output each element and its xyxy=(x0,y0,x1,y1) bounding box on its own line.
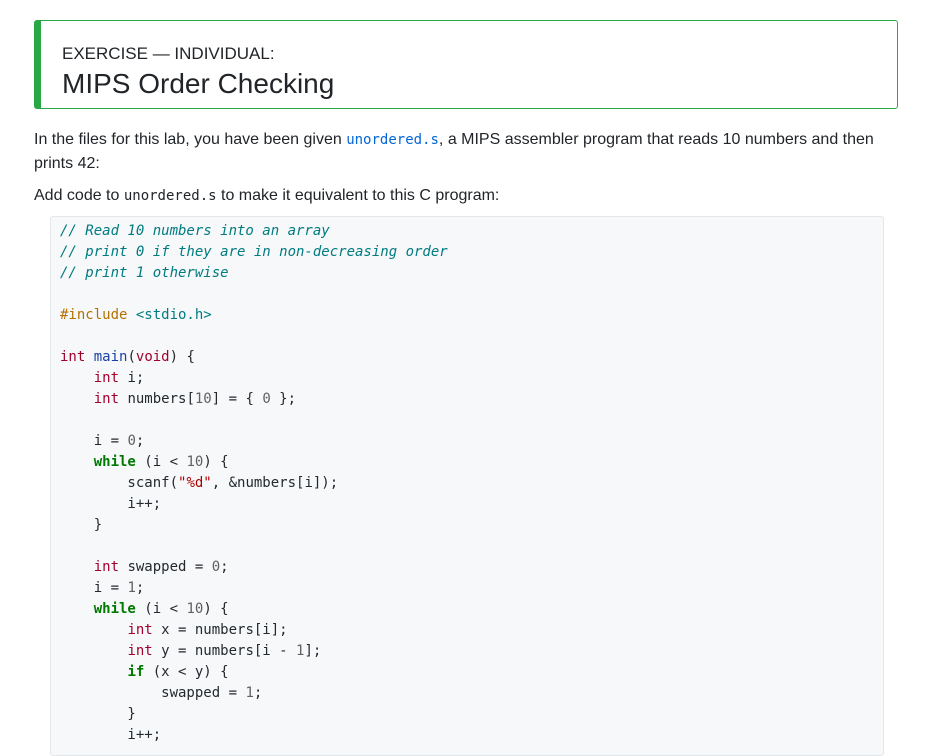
code-token: ( xyxy=(127,349,136,365)
code-line: } xyxy=(60,704,448,725)
code-token: ; xyxy=(253,685,263,701)
code-line: scanf("%d", &numbers[i]); xyxy=(60,473,448,494)
code-line: i++; xyxy=(60,494,448,515)
code-line: int x = numbers[i]; xyxy=(60,620,448,641)
code-line: int swapped = 0; xyxy=(60,557,448,578)
code-line: ​ xyxy=(60,536,448,557)
code-line: i++; xyxy=(60,725,448,746)
code-line: swapped = 1; xyxy=(60,683,448,704)
code-line: if (x < y) { xyxy=(60,662,448,683)
intro-text-before: In the files for this lab, you have been… xyxy=(34,131,347,148)
code-line: ​ xyxy=(60,284,448,305)
code-token: (i < xyxy=(135,601,187,617)
code-token: x = numbers[i]; xyxy=(152,622,288,638)
code-token: int xyxy=(127,643,153,659)
code-token: ; xyxy=(220,559,229,575)
code-line: while (i < 10) { xyxy=(60,599,448,620)
code-token: swapped = xyxy=(60,685,246,701)
code-line: ​ xyxy=(60,410,448,431)
code-token: ) { xyxy=(169,349,195,365)
code-token: #include xyxy=(60,307,136,323)
code-token: int xyxy=(93,559,120,575)
code-token: ) { xyxy=(203,454,229,470)
code-token: y = numbers[i - xyxy=(152,643,297,659)
code-block[interactable]: // Read 10 numbers into an array // print… xyxy=(50,216,884,756)
code-token: i; xyxy=(119,370,145,386)
code-line: // Read 10 numbers into an array xyxy=(60,221,448,242)
code-token: <stdio.h> xyxy=(135,307,212,323)
code-token: (i < xyxy=(135,454,187,470)
code-token: 0 xyxy=(211,559,221,575)
exercise-kicker: EXERCISE — INDIVIDUAL: xyxy=(62,44,275,63)
code-token: 0 xyxy=(262,391,271,407)
code-line: int i; xyxy=(60,368,448,389)
code-line: i = 1; xyxy=(60,578,448,599)
code-line: #include <stdio.h> xyxy=(60,305,448,326)
code-line: i = 0; xyxy=(60,431,448,452)
code-token: ) { xyxy=(203,601,229,617)
code-token: i = xyxy=(60,433,128,449)
code-line: // print 0 if they are in non-decreasing… xyxy=(60,242,448,263)
code-line: int numbers[10] = { 0 }; xyxy=(60,389,448,410)
code-line: int main(void) { xyxy=(60,347,448,368)
task-text-after: to make it equivalent to this C program: xyxy=(216,187,500,204)
code-token: 1 xyxy=(127,580,136,596)
code-token: }; xyxy=(270,391,297,407)
code-token: ] = { xyxy=(211,391,263,407)
code-token: i = xyxy=(60,580,128,596)
code-token: int xyxy=(60,349,86,365)
code-token: while xyxy=(93,454,136,470)
code-token: int xyxy=(93,370,120,386)
code-token: ; xyxy=(135,433,145,449)
task-text-before: Add code to xyxy=(34,187,124,204)
code-line: } xyxy=(60,515,448,536)
code-token: // print 1 otherwise xyxy=(60,265,229,281)
code-token: i++; xyxy=(60,727,162,743)
code-token: (x < y) { xyxy=(144,664,229,680)
code-line: int y = numbers[i - 1]; xyxy=(60,641,448,662)
code-token: int xyxy=(127,622,153,638)
task-file-name: unordered.s xyxy=(123,188,217,204)
code-token: i++; xyxy=(60,496,162,512)
intro-paragraph: In the files for this lab, you have been… xyxy=(34,128,894,176)
code-token: if xyxy=(127,664,145,680)
code-token: int xyxy=(93,391,120,407)
code-token: numbers[ xyxy=(119,391,195,407)
code-token: scanf( xyxy=(60,475,179,491)
code-token: main xyxy=(93,349,128,365)
code-token: ; xyxy=(135,580,145,596)
code-token: } xyxy=(60,517,103,533)
code-token: 10 xyxy=(194,391,212,407)
code-token: swapped = xyxy=(119,559,212,575)
unordered-file-link[interactable]: unordered.s xyxy=(346,132,439,148)
code-token: } xyxy=(60,706,136,722)
code-token: ]; xyxy=(304,643,322,659)
exercise-title: MIPS Order Checking xyxy=(62,68,335,99)
code-line: while (i < 10) { xyxy=(60,452,448,473)
code-token: // Read 10 numbers into an array xyxy=(60,223,330,239)
code-token: 10 xyxy=(186,454,204,470)
code-token: 1 xyxy=(245,685,254,701)
code-token: "%d" xyxy=(178,475,212,491)
code-token: 10 xyxy=(186,601,204,617)
code-token: , &numbers[i]); xyxy=(211,475,339,491)
code-line: ​ xyxy=(60,326,448,347)
code-token: // print 0 if they are in non-decreasing… xyxy=(60,244,448,260)
task-paragraph: Add code to unordered.s to make it equiv… xyxy=(34,184,894,208)
code-token: 0 xyxy=(127,433,136,449)
exercise-callout: EXERCISE — INDIVIDUAL: MIPS Order Checki… xyxy=(34,20,898,109)
code-lines: // Read 10 numbers into an array // print… xyxy=(60,221,448,746)
code-token: while xyxy=(93,601,136,617)
code-line: // print 1 otherwise xyxy=(60,263,448,284)
code-token: void xyxy=(135,349,170,365)
